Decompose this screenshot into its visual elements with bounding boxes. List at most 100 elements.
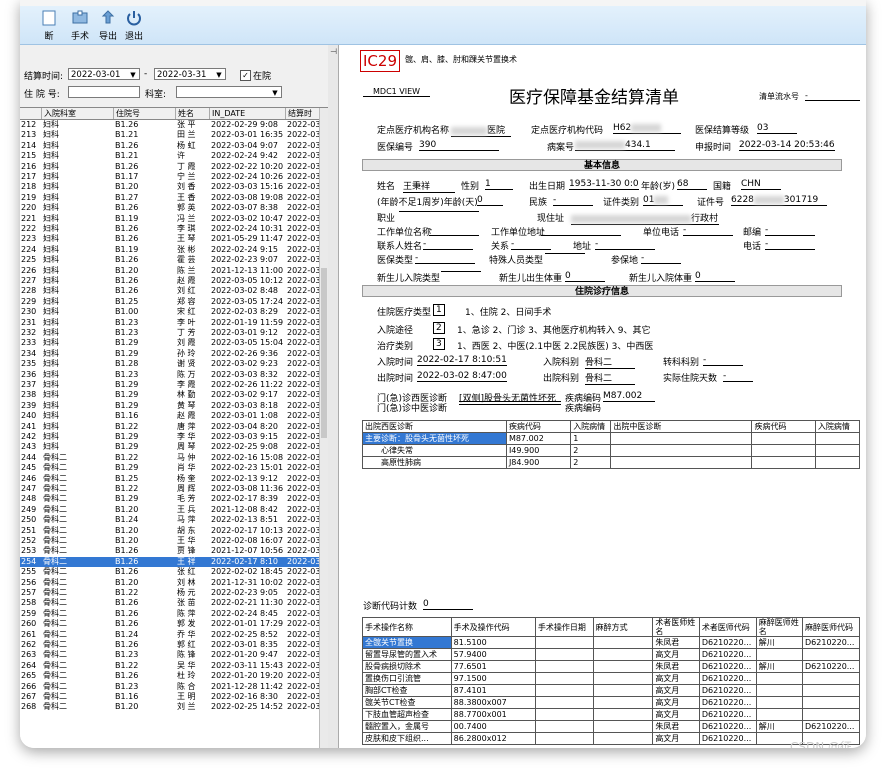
table-row[interactable]: 214 妇科 B1.26 杨 虹 2022-03-04 9:07 2022-03 xyxy=(20,141,320,151)
chevron-down-icon[interactable]: ▼ xyxy=(269,87,281,97)
chevron-down-icon[interactable]: ▼ xyxy=(127,69,139,79)
table-row[interactable]: 230 妇科 B1.00 宋 红 2022-02-03 8:29 2022-03 xyxy=(20,307,320,317)
table-row[interactable]: 258 骨科二 B1.26 张 苗 2022-02-21 11:30 2022-03 xyxy=(20,598,320,608)
table-row[interactable]: 224 妇科 B1.19 张 彬 2022-02-24 9:15 2022-03 xyxy=(20,245,320,255)
grid-header-cell[interactable]: 住院号 xyxy=(114,108,176,119)
in-hospital-checkbox[interactable]: ✓ xyxy=(240,70,251,81)
table-row[interactable]: 257 骨科二 B1.22 杨 元 2022-02-23 9:05 2022-03 xyxy=(20,588,320,598)
table-row[interactable]: 250 骨科二 B1.24 马 萍 2022-02-13 8:51 2022-03 xyxy=(20,515,320,525)
table-row[interactable]: 228 妇科 B1.26 刘 红 2022-03-02 8:48 2022-03 xyxy=(20,286,320,296)
table-row[interactable]: 247 骨科二 B1.22 周 辉 2022-03-08 11:36 2022-03 xyxy=(20,484,320,494)
grid-scrollbar[interactable] xyxy=(319,108,328,748)
inpatient-no-input[interactable] xyxy=(68,86,140,98)
table-row[interactable]: 265 骨科二 B1.26 杜 玲 2022-01-20 19:20 2022-03 xyxy=(20,671,320,681)
pin-icon[interactable]: ⊣ xyxy=(330,47,337,56)
table-row[interactable]: 225 妇科 B1.26 霍 芸 2022-02-23 9:07 2022-03 xyxy=(20,255,320,265)
table-row[interactable]: 241 妇科 B1.22 唐 萍 2022-03-04 8:20 2022-03 xyxy=(20,422,320,432)
table-row[interactable]: 239 妇科 B1.29 黄 琴 2022-03-03 8:18 2022-03 xyxy=(20,401,320,411)
toolbar-button-surgery[interactable]: 手术 xyxy=(66,8,94,42)
table-row[interactable]: 252 骨科二 B1.20 王 华 2022-02-08 16:07 2022-03 xyxy=(20,536,320,546)
table-row[interactable]: 234 妇科 B1.29 孙 玲 2022-02-26 9:36 2022-03 xyxy=(20,349,320,359)
table-row[interactable]: 236 妇科 B1.23 陈 万 2022-03-03 8:32 2022-03 xyxy=(20,370,320,380)
table-row[interactable]: 246 骨科二 B1.25 杨 奎 2022-02-13 9:12 2022-03 xyxy=(20,474,320,484)
table-row[interactable]: 213 妇科 B1.21 田 兰 2022-03-01 16:35 2022-03 xyxy=(20,130,320,140)
toolbar-button-export[interactable]: 导出 xyxy=(96,8,120,42)
table-row[interactable]: 心律失常 I49.900 2 xyxy=(362,444,861,457)
table-row[interactable]: 256 骨科二 B1.20 刘 林 2021-12-31 10:02 2022-03 xyxy=(20,578,320,588)
table-row[interactable]: 髓腔置入，金属号 00.7400 朱凤君 D6210220... 解川 D6210220.… xyxy=(362,720,860,733)
table-row[interactable]: 226 妇科 B1.20 陈 兰 2021-12-13 11:00 2022-03 xyxy=(20,266,320,276)
table-row[interactable]: 245 骨科二 B1.29 肖 华 2022-02-23 15:01 2022-03 xyxy=(20,463,320,473)
table-cell: 妇科 xyxy=(43,400,59,410)
table-cell xyxy=(814,456,861,469)
table-row[interactable]: 胸部CT检查 87.4101 高文月 D6210220... xyxy=(362,684,860,697)
table-row[interactable]: 253 骨科二 B1.26 贾 锋 2021-12-07 10:56 2022-03 xyxy=(20,546,320,556)
table-cell: 妇科 xyxy=(43,296,59,306)
table-row[interactable]: 219 妇科 B1.27 王 香 2022-03-08 19:08 2022-03 xyxy=(20,193,320,203)
table-row[interactable]: 264 骨科二 B1.22 吴 华 2022-03-11 15:43 2022-03 xyxy=(20,661,320,671)
grid-header-cell[interactable]: IN_DATE xyxy=(210,108,286,119)
table-row[interactable]: 248 骨科二 B1.29 毛 芳 2022-02-17 8:39 2022-03 xyxy=(20,494,320,504)
table-row[interactable]: 235 妇科 B1.28 谢 贤 2022-03-02 9:23 2022-03 xyxy=(20,359,320,369)
scrollbar-thumb[interactable] xyxy=(321,268,327,438)
table-row[interactable]: 218 妇科 B1.20 刘 香 2022-03-03 15:16 2022-03 xyxy=(20,182,320,192)
table-row[interactable]: 220 妇科 B1.26 郭 英 2022-03-07 8:38 2022-03 xyxy=(20,203,320,213)
table-row[interactable]: 下肢血管超声检查 88.7700x001 高文月 D6210220... xyxy=(362,708,860,721)
date-from-input[interactable]: 2022-03-01 ▼ xyxy=(68,68,140,80)
dept-select[interactable]: ▼ xyxy=(176,86,282,98)
table-row[interactable]: 股骨病损切除术 77.6501 朱凤君 D6210220... 解川 D6210220..… xyxy=(362,660,860,673)
panel-splitter[interactable]: ⊣ xyxy=(328,45,339,748)
table-row[interactable]: 212 妇科 B1.26 张 平 2022-02-29 9:08 2022-03 xyxy=(20,120,320,130)
grid-header-cell[interactable] xyxy=(20,108,42,119)
chevron-down-icon[interactable]: ▼ xyxy=(213,69,225,79)
table-row[interactable]: 240 妇科 B1.16 赵 霞 2022-03-01 1:08 2022-03 xyxy=(20,411,320,421)
table-cell: 妇科 xyxy=(43,380,59,389)
table-row[interactable]: 217 妇科 B1.17 宁 兰 2022-02-24 10:26 2022-03 xyxy=(20,172,320,182)
table-row[interactable]: 主要诊断：股骨头无菌性坏死 M87.002 1 xyxy=(362,432,861,445)
table-row[interactable]: 242 妇科 B1.29 李 华 2022-03-03 9:15 2022-03 xyxy=(20,432,320,442)
table-row[interactable]: 268 骨科二 B1.20 刘 兰 2022-02-25 14:52 2022-03 xyxy=(20,702,320,712)
table-row[interactable]: 233 妇科 B1.29 刘 霞 2022-03-05 15:04 2022-03 xyxy=(20,338,320,348)
table-row[interactable]: 全髋关节置换 81.5100 朱凤君 D6210220... 解川 D6210220... xyxy=(362,636,860,649)
table-row[interactable]: 262 骨科二 B1.26 郭 红 2022-03-01 8:35 2022-03 xyxy=(20,640,320,650)
table-row[interactable]: 高原性肺病 J84.900 2 xyxy=(362,456,861,469)
table-row[interactable]: 261 骨科二 B1.24 乔 华 2022-02-25 8:52 2022-03 xyxy=(20,630,320,640)
table-cell: 2022-03-02 9:17 xyxy=(211,390,278,400)
table-row[interactable]: 置换伤口引流管 97.1500 高文月 D6210220... xyxy=(362,672,860,685)
table-row[interactable]: 251 骨科二 B1.20 胡 东 2022-02-17 10:13 2022-03 xyxy=(20,526,320,536)
table-cell: 224 xyxy=(21,244,37,254)
grid-header-cell[interactable]: 姓名 xyxy=(176,108,210,119)
table-row[interactable]: 223 妇科 B1.26 王 琴 2021-05-29 11:47 2022-03 xyxy=(20,234,320,244)
table-row[interactable]: 263 骨科二 B1.23 陈 锋 2022-01-20 9:47 2022-03 xyxy=(20,650,320,660)
table-row[interactable]: 229 妇科 B1.25 郑 容 2022-03-05 17:24 2022-03 xyxy=(20,297,320,307)
table-row[interactable]: 231 妇科 B1.23 李 叶 2022-01-19 11:59 2022-03 xyxy=(20,318,320,328)
toolbar-button-duan[interactable]: 断 xyxy=(38,8,60,42)
table-row[interactable]: 221 妇科 B1.19 冯 兰 2022-03-02 10:47 2022-03 xyxy=(20,214,320,224)
table-row[interactable]: 260 骨科二 B1.26 郭 发 2022-01-01 17:29 2022-03 xyxy=(20,619,320,629)
table-row[interactable]: 留置导尿管的置入术 57.9400 高文月 D6210220... xyxy=(362,648,860,661)
table-row[interactable]: 238 妇科 B1.29 林 勤 2022-03-02 9:17 2022-03 xyxy=(20,390,320,400)
table-row[interactable]: 髋关节CT检查 88.3800x007 高文月 D6210220... xyxy=(362,696,860,709)
table-row[interactable]: 255 骨科二 B1.26 张 红 2022-02-02 18:45 2022-03 xyxy=(20,567,320,577)
table-row[interactable]: 222 妇科 B1.26 李 琪 2022-02-24 10:31 2022-03 xyxy=(20,224,320,234)
table-cell: B1.20 xyxy=(115,702,139,712)
table-row[interactable]: 216 妇科 B1.26 丁 霞 2022-02-22 10:20 2022-03 xyxy=(20,162,320,172)
table-row[interactable]: 267 骨科二 B1.16 王 明 2022-02-16 8:30 2022-03 xyxy=(20,692,320,702)
table-row[interactable]: 232 妇科 B1.23 丁 芳 2022-03-01 9:12 2022-03 xyxy=(20,328,320,338)
table-row[interactable]: 243 妇科 B1.29 周 琴 2022-02-25 9:08 2022-03 xyxy=(20,442,320,452)
grid-header-cell[interactable]: 结算时 xyxy=(286,108,320,119)
table-cell: 2022-03 xyxy=(287,640,321,649)
table-row[interactable]: 227 妇科 B1.26 赵 霞 2022-03-05 10:12 2022-03 xyxy=(20,276,320,286)
toolbar-button-exit[interactable]: 退出 xyxy=(122,8,146,42)
table-cell: B1.16 xyxy=(115,411,139,421)
table-row[interactable]: 254 骨科二 B1.26 王 祥 2022-02-17 8:10 2022-03 xyxy=(20,556,320,568)
grid-header-cell[interactable]: 入院科室 xyxy=(42,108,114,119)
table-row[interactable]: 237 妇科 B1.29 李 霞 2022-02-26 11:22 2022-03 xyxy=(20,380,320,390)
table-row[interactable]: 244 骨科二 B1.22 马 仲 2022-02-16 15:08 2022-03 xyxy=(20,453,320,463)
table-row[interactable]: 215 妇科 B1.21 许 2022-02-24 9:42 2022-03 xyxy=(20,151,320,161)
table-row[interactable]: 259 骨科二 B1.26 陈 萍 2022-02-24 8:45 2022-03 xyxy=(20,609,320,619)
table-row[interactable]: 266 骨科二 B1.23 陈 合 2021-12-28 11:42 2022-03 xyxy=(20,682,320,692)
table-row[interactable]: 249 骨科二 B1.20 王 兵 2021-12-08 8:42 2022-03 xyxy=(20,505,320,515)
date-to-input[interactable]: 2022-03-31 ▼ xyxy=(154,68,226,80)
table-row[interactable]: 皮肤和皮下组织... 86.2800x012 高文月 D6210220... xyxy=(362,732,860,745)
